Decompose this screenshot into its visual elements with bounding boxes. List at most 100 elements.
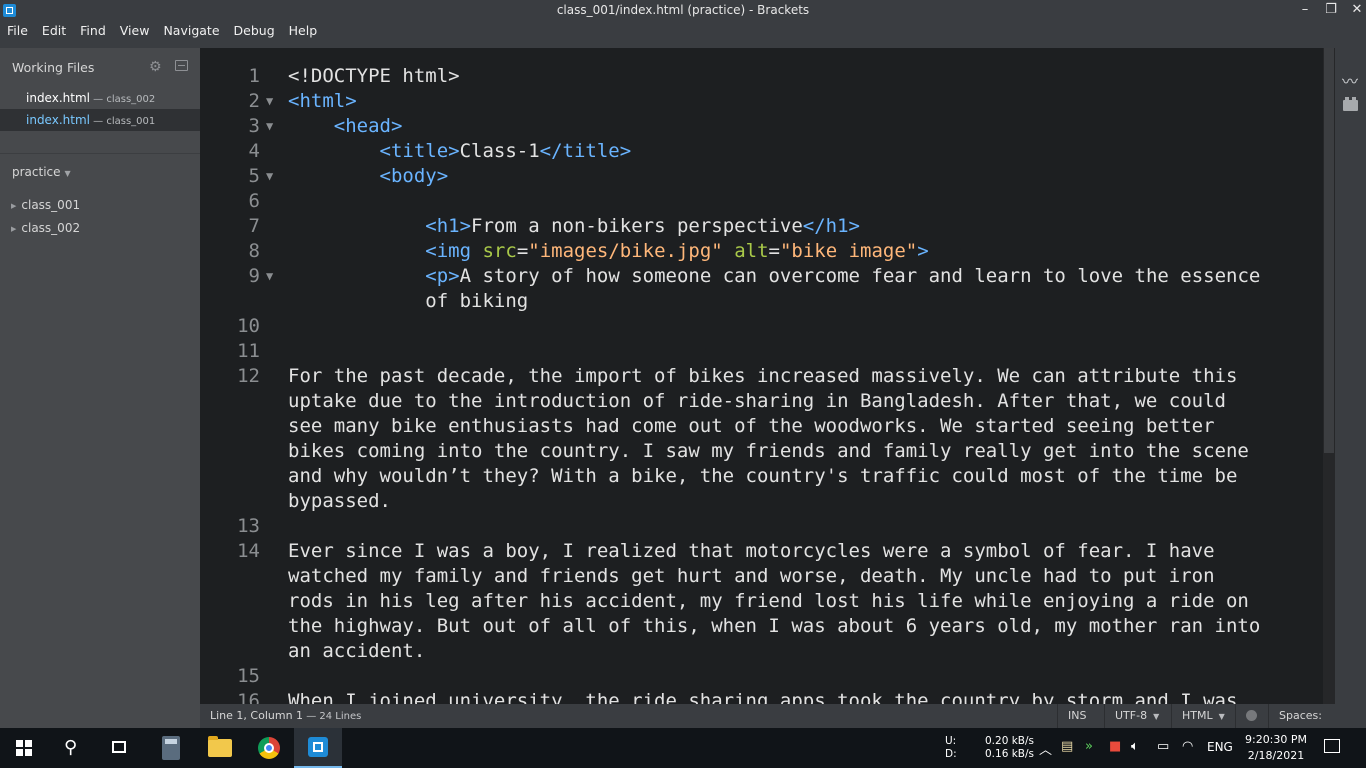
fold-toggle-icon[interactable]: ▼ (266, 94, 273, 108)
menu-edit[interactable]: Edit (35, 21, 73, 48)
line-number: 10 (237, 315, 260, 337)
maximize-button[interactable]: ❐ (1318, 0, 1344, 21)
cursor-position: Line 1, Column 1 — 24 Lines (210, 704, 361, 729)
code-line: <html> (288, 90, 1318, 112)
code-line: rods in his leg after his accident, my f… (288, 590, 1318, 612)
net-down-value: 0.16 kB/s (985, 748, 1035, 760)
lint-status[interactable] (1235, 704, 1268, 728)
chevron-right-icon: ▶ (11, 202, 17, 210)
code-token: <h1> (425, 215, 472, 237)
code-token: Class-1 (459, 140, 540, 162)
gear-icon[interactable]: ⚙ (149, 59, 162, 75)
code-line: Ever since I was a boy, I realized that … (288, 540, 1318, 562)
close-button[interactable]: ✕ (1344, 0, 1366, 21)
extension-manager-icon[interactable] (1343, 97, 1358, 111)
menu-file[interactable]: File (0, 21, 35, 48)
encoding-select[interactable]: UTF-8 ▼ (1104, 704, 1171, 728)
net-down-label: D: (945, 748, 957, 760)
code-token: = (516, 240, 529, 262)
code-token: src (482, 240, 517, 262)
chevron-down-icon: ▼ (1153, 712, 1160, 721)
lint-status-icon (1246, 710, 1257, 721)
code-token: the highway. But out of all of this, whe… (288, 615, 1261, 637)
volume-icon[interactable]: 🔈︎ (1131, 739, 1139, 754)
network-speed: U: D: 0.20 kB/s 0.16 kB/s (945, 735, 1034, 761)
code-line: When I joined university, the ride shari… (288, 690, 1318, 704)
line-number: 8 (248, 240, 260, 262)
code-token: watched my family and friends get hurt a… (288, 565, 1215, 587)
arrows-icon[interactable]: » (1085, 739, 1093, 754)
book-icon[interactable]: ▤ (1061, 739, 1073, 754)
fold-toggle-icon[interactable]: ▼ (266, 119, 273, 133)
net-up-value: 0.20 kB/s (985, 735, 1035, 747)
sidebar-divider (0, 153, 200, 154)
chrome-icon[interactable] (258, 737, 280, 759)
code-token: Ever since I was a boy, I realized that … (288, 540, 1215, 562)
windows-start-icon[interactable] (16, 740, 32, 756)
menu-view[interactable]: View (113, 21, 157, 48)
menu-help[interactable]: Help (282, 21, 325, 48)
code-token: bypassed. (288, 490, 391, 512)
fold-toggle-icon[interactable]: ▼ (266, 269, 273, 283)
battery-icon[interactable]: ▭ (1157, 739, 1169, 754)
tree-folder[interactable]: ▶ class_001 (11, 198, 80, 212)
code-token: A story of how someone can overcome fear… (459, 265, 1261, 287)
menu-find[interactable]: Find (73, 21, 113, 48)
minimize-button[interactable]: – (1292, 0, 1318, 21)
language-indicator[interactable]: ENG (1207, 740, 1233, 754)
code-token: "bike image" (779, 240, 918, 262)
code-token: <img (425, 240, 483, 262)
project-name: practice (12, 165, 61, 179)
line-number: 11 (237, 340, 260, 362)
indent-setting[interactable]: Spaces: 4 (1268, 704, 1335, 746)
code-token: <body> (379, 165, 449, 187)
live-preview-icon[interactable]: 〰 (1342, 68, 1358, 92)
language-value: HTML (1182, 709, 1213, 722)
line-number: 9 (248, 265, 260, 287)
brackets-icon[interactable] (294, 728, 342, 768)
code-token: alt (734, 240, 769, 262)
sidebar: Working Files ⚙ index.html — class_002 i… (0, 48, 200, 728)
task-view-icon[interactable] (112, 741, 126, 753)
chevron-down-icon: ▼ (64, 169, 71, 178)
code-line: <h1>From a non-bikers perspective</h1> (288, 215, 1318, 237)
wifi-icon[interactable]: ◠ (1182, 739, 1193, 754)
insert-mode-toggle[interactable]: INS (1057, 704, 1104, 728)
tree-folder-label: class_001 (21, 198, 81, 212)
notification-icon[interactable] (1324, 739, 1340, 753)
working-file-item-active[interactable]: index.html — class_001 (0, 109, 200, 131)
code-token: For the past decade, the import of bikes… (288, 365, 1238, 387)
right-toolbar: 〰 (1335, 48, 1366, 728)
working-file-item[interactable]: index.html — class_002 (0, 87, 200, 109)
chevron-right-icon: ▶ (11, 225, 17, 233)
code-token: <p> (425, 265, 460, 287)
title-bar: class_001/index.html (practice) - Bracke… (0, 0, 1366, 21)
language-select[interactable]: HTML ▼ (1171, 704, 1235, 728)
menu-debug[interactable]: Debug (227, 21, 282, 48)
fold-toggle-icon[interactable]: ▼ (266, 169, 273, 183)
project-dropdown[interactable]: practice ▼ (12, 165, 71, 179)
file-explorer-icon[interactable] (208, 736, 232, 757)
clock[interactable]: 9:20:30 PM 2/18/2021 (1236, 732, 1316, 764)
search-icon[interactable]: ⚲ (64, 737, 77, 758)
scrollbar-thumb[interactable] (1324, 48, 1334, 453)
clock-time: 9:20:30 PM (1244, 733, 1308, 746)
calculator-icon[interactable] (162, 736, 180, 760)
line-number: 15 (237, 665, 260, 687)
code-editor[interactable]: 1 <!DOCTYPE html> 2 ▼ <html> 3 ▼ <head> 4 <titl… (200, 48, 1323, 704)
code-line: of biking (288, 290, 1318, 312)
tree-folder[interactable]: ▶ class_002 (11, 221, 80, 235)
working-file-dir: — class_001 (89, 116, 156, 127)
menu-bar: File Edit Find View Navigate Debug Help (0, 21, 1366, 48)
menu-navigate[interactable]: Navigate (156, 21, 226, 48)
chevron-up-icon[interactable]: ︿ (1039, 739, 1052, 758)
code-token: of biking (288, 290, 529, 312)
app-tray-icon[interactable]: ■ (1109, 739, 1121, 754)
code-token: When I joined university, the ride shari… (288, 690, 1238, 704)
code-token: an accident. (288, 640, 426, 662)
split-view-icon[interactable] (175, 60, 188, 71)
